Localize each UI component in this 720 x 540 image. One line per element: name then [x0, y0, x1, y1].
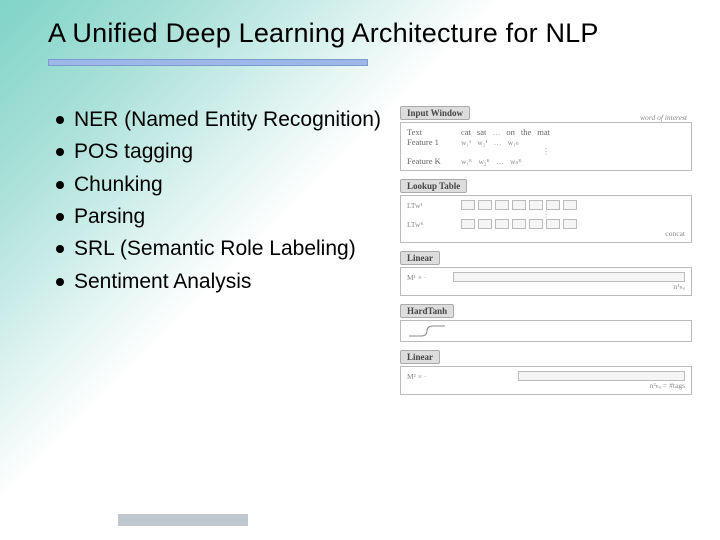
bullet-item: Chunking [56, 171, 386, 199]
sym: w₁ᴷ [461, 157, 472, 166]
concat-label: concat [407, 229, 685, 238]
lookup-table-block: Lookup Table LTw¹ ⋮ LTwᴷ concat [400, 179, 692, 243]
sym: w₁¹ [461, 138, 471, 147]
title-underline [48, 59, 368, 66]
linear1-block: Linear M¹ × · n¹ₕᵤ [400, 251, 692, 296]
sym: w₁ₙ [508, 138, 519, 147]
featurek-label: Feature K [407, 156, 455, 166]
m1-label: M¹ × · [407, 273, 447, 282]
block-label: Linear [400, 251, 440, 265]
bullet-item: Sentiment Analysis [56, 268, 386, 296]
sym: wₙᴷ [510, 157, 522, 166]
block-label: HardTanh [400, 304, 454, 318]
lt-label: LTw¹ [407, 201, 455, 210]
bullet-item: NER (Named Entity Recognition) [56, 106, 386, 134]
vector-bar [518, 371, 685, 381]
text-label: Text [407, 127, 455, 137]
nhu2-label: n²ₕᵤ = #tags [407, 381, 685, 390]
feature1-label: Feature 1 [407, 137, 455, 147]
linear2-block: Linear M² × · n²ₕᵤ = #tags [400, 350, 692, 395]
token: the [521, 127, 531, 137]
slide: A Unified Deep Learning Architecture for… [0, 0, 720, 540]
token: on [506, 127, 515, 137]
footer-bar [118, 514, 248, 526]
content-area: NER (Named Entity Recognition) POS taggi… [0, 66, 720, 403]
bullet-list: NER (Named Entity Recognition) POS taggi… [56, 106, 386, 403]
block-label: Lookup Table [400, 179, 467, 193]
vector-bar [453, 272, 685, 282]
bullet-item: POS tagging [56, 138, 386, 166]
hardtanh-block: HardTanh [400, 304, 692, 342]
slide-title: A Unified Deep Learning Architecture for… [0, 0, 720, 59]
ellipsis: … [496, 157, 504, 166]
input-window-block: Input Window word of interest Text cat s… [400, 106, 692, 171]
token: sat [477, 127, 486, 137]
vdots: ⋮ [542, 210, 550, 219]
lt-label: LTwᴷ [407, 220, 455, 229]
sym: w₂ᴷ [478, 157, 489, 166]
ellipsis: … [492, 128, 500, 137]
word-of-interest-label: word of interest [640, 113, 687, 122]
bullet-item: SRL (Semantic Role Labeling) [56, 235, 386, 263]
sym: w₂¹ [477, 138, 487, 147]
bullet-item: Parsing [56, 203, 386, 231]
ellipsis: … [494, 138, 502, 147]
tanh-icon [407, 323, 447, 339]
token: cat [461, 127, 471, 137]
architecture-diagram: Input Window word of interest Text cat s… [400, 106, 692, 403]
vdots: ⋮ [542, 147, 550, 156]
block-label: Input Window [400, 106, 470, 120]
m2-label: M² × · [407, 372, 455, 381]
block-label: Linear [400, 350, 440, 364]
token: mat [537, 127, 550, 137]
nhu-label: n¹ₕᵤ [407, 282, 685, 291]
